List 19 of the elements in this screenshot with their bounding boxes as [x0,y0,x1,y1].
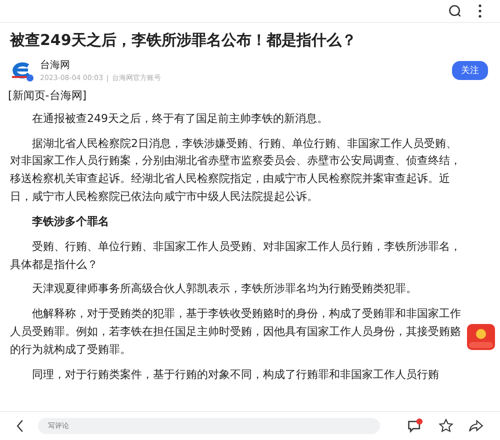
paragraph: 受贿、行贿、单位行贿、非国家工作人员受贿、对非国家工作人员行贿，李铁所涉罪名，具体都是指什么？ [10,238,462,272]
paragraph: 天津观夏律师事务所高级合伙人郭凯表示，李铁所涉罪名均为行贿受贿类犯罪。 [31,281,418,298]
paragraph: 他解释称，对于受贿类的犯罪，基于李铁收受贿赂时的身份，构成了受贿罪和非国家工作人员受贿罪。例如，若李铁在担任国足主帅时受贿，因他具有国家工作人员身份，其接受贿赂的行为就构成了受贿罪。 [10,306,462,358]
article-title: 被查249天之后，李铁所涉罪名公布！都是指什么？ [10,31,358,50]
author-name[interactable]: 台海网 [40,58,70,72]
source-label: [新闻页-台海网] [8,88,88,104]
gift-envelope-icon[interactable] [466,323,496,351]
logo-icon[interactable] [10,60,34,82]
share-icon[interactable] [468,418,484,434]
comment-icon[interactable] [406,418,424,434]
paragraph: 同理，对于行贿类案件，基于行贿的对象不同，构成了行贿罪和非国家工作人员行贿 [31,366,440,383]
back-icon[interactable] [16,419,24,433]
follow-button[interactable]: 关注 [452,61,488,80]
star-icon[interactable] [438,418,454,434]
paragraph: 在通报被查249天之后，终于有了国足前主帅李铁的新消息。 [31,110,329,127]
more-icon[interactable] [478,4,482,18]
paragraph: 据湖北省人民检察院2日消息，李铁涉嫌受贿、行贿、单位行贿、非国家工作人员受贿、对非国家工作人员行贿案，分别由湖北省赤壁市监察委员会、赤壁市公安局调查、侦查终结，移送检察机关审查起诉。经湖北省人民检察院指定，由咸宁市人民检察院并案审查起诉。近日，咸宁市人民检察院已依法向咸宁市中级人民法院提起公诉。 [10,136,462,206]
section-heading: 李铁涉多个罪名 [31,214,110,230]
search-icon[interactable] [448,4,462,18]
